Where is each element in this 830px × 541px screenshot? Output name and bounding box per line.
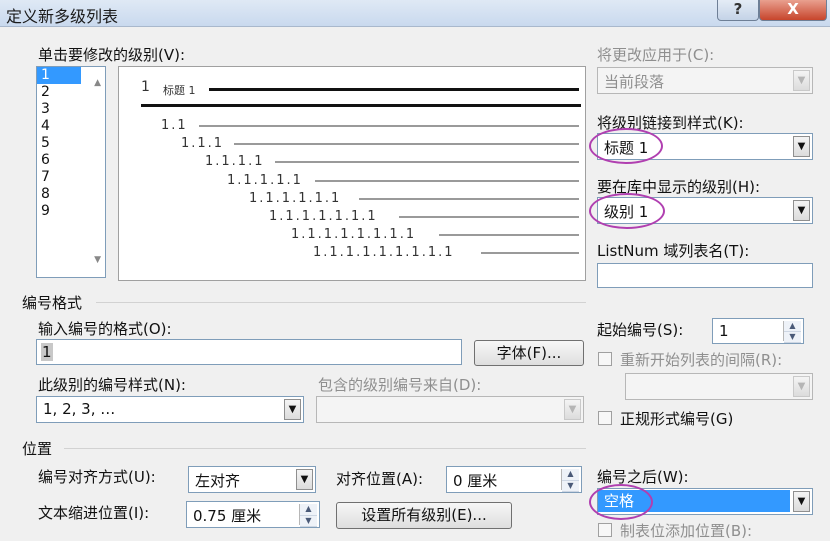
divider (64, 448, 586, 449)
chevron-down-icon[interactable]: ▼ (793, 376, 810, 397)
set-all-levels-button[interactable]: 设置所有级别(E)... (336, 502, 512, 529)
spin-up-icon[interactable]: ▲ (784, 321, 801, 332)
chevron-down-icon[interactable]: ▼ (793, 491, 810, 512)
preview-line (481, 252, 579, 254)
start-at-label: 起始编号(S): (597, 321, 684, 339)
level-item[interactable]: 5 (37, 135, 105, 152)
restart-dropdown[interactable]: ▼ (625, 373, 813, 400)
apply-to-value: 当前段落 (604, 73, 665, 91)
preview-line (439, 234, 579, 236)
indent-label: 文本缩进位置(I): (38, 504, 150, 522)
close-button[interactable]: X (759, 0, 827, 21)
spin-up-icon[interactable]: ▲ (300, 504, 317, 516)
preview-line-body (141, 104, 581, 107)
chevron-down-icon[interactable]: ▼ (284, 399, 301, 420)
help-button[interactable]: ? (717, 0, 759, 21)
level-list[interactable]: 1 2 3 4 5 6 7 8 9 ▲ ▼ (36, 66, 106, 278)
preview-line (234, 143, 579, 145)
chevron-down-icon[interactable]: ▼ (793, 200, 810, 221)
format-value: 1 (41, 343, 53, 361)
tab-stop-label: 制表位添加位置(B): (620, 522, 753, 540)
level-item[interactable]: 8 (37, 186, 105, 203)
aligned-at-value: 0 厘米 (453, 472, 498, 490)
apply-to-dropdown[interactable]: 当前段落 ▼ (597, 67, 813, 94)
level-item[interactable]: 4 (37, 118, 105, 135)
start-at-spinner[interactable]: ▲ ▼ (783, 321, 801, 343)
legal-checkbox[interactable] (598, 411, 612, 425)
preview-row-label: 1.1.1.1.1.1 (249, 191, 342, 206)
level-item[interactable]: 6 (37, 152, 105, 169)
chevron-down-icon[interactable]: ▼ (793, 70, 810, 91)
align-value: 左对齐 (195, 472, 241, 490)
preview-line (199, 125, 579, 127)
indent-input[interactable]: 0.75 厘米 ▲ ▼ (186, 501, 320, 528)
number-style-label: 此级别的编号样式(N): (38, 376, 186, 394)
preview-row-label: 1.1.1 (181, 136, 225, 151)
levels-label: 单击要修改的级别(V): (38, 46, 186, 64)
indent-spinner[interactable]: ▲ ▼ (299, 504, 317, 527)
preview-line (399, 216, 579, 218)
listnum-label: ListNum 域列表名(T): (597, 242, 750, 260)
highlight-circle (589, 128, 663, 164)
preview-top-number: 1 (141, 79, 152, 95)
include-level-dropdown[interactable]: ▼ (316, 396, 584, 423)
align-dropdown[interactable]: 左对齐 ▼ (188, 466, 316, 493)
highlight-circle (589, 484, 653, 520)
level-item[interactable]: 9 (37, 203, 105, 220)
preview-row-label: 1.1.1.1 (205, 154, 265, 169)
spin-down-icon[interactable]: ▼ (784, 332, 801, 343)
preview-row-label: 1.1.1.1.1.1.1.1 (291, 227, 417, 242)
preview-row-label: 1.1.1.1.1 (227, 173, 303, 188)
apply-to-label: 将更改应用于(C): (597, 46, 715, 64)
chevron-down-icon[interactable]: ▼ (564, 399, 581, 420)
preview-line (315, 180, 579, 182)
legal-label: 正规形式编号(G) (620, 410, 734, 428)
number-style-dropdown[interactable]: 1, 2, 3, … ▼ (36, 396, 304, 423)
number-format-section-title: 编号格式 (22, 294, 83, 312)
divider (96, 302, 586, 303)
spin-down-icon[interactable]: ▼ (300, 515, 317, 527)
format-input[interactable]: 1 (36, 339, 462, 365)
level-item[interactable]: 7 (37, 169, 105, 186)
font-button[interactable]: 字体(F)... (474, 340, 584, 366)
tab-stop-checkbox[interactable] (598, 523, 612, 537)
title-bar (0, 0, 830, 27)
preview-line (359, 198, 579, 200)
preview-row-label: 1.1 (161, 118, 188, 133)
scroll-up-icon[interactable]: ▲ (90, 75, 101, 92)
position-section-title: 位置 (22, 440, 53, 458)
preview-line-heading (209, 88, 579, 91)
level-item-selected[interactable]: 1 (37, 67, 81, 84)
start-at-input[interactable]: 1 ▲ ▼ (712, 318, 804, 344)
include-level-label: 包含的级别编号来自(D): (318, 376, 482, 394)
restart-checkbox[interactable] (598, 352, 612, 366)
window-title: 定义新多级列表 (6, 7, 119, 26)
spin-down-icon[interactable]: ▼ (562, 480, 579, 492)
preview-row-label: 1.1.1.1.1.1.1 (269, 209, 378, 224)
aligned-at-label: 对齐位置(A): (336, 470, 424, 488)
aligned-at-input[interactable]: 0 厘米 ▲ ▼ (446, 466, 582, 493)
listnum-input[interactable] (597, 263, 813, 288)
number-style-value: 1, 2, 3, … (43, 400, 116, 418)
preview-pane: 1 标题 1 1.1 1.1.1 1.1.1.1 1.1.1.1.1 1.1.1… (118, 66, 586, 281)
chevron-down-icon[interactable]: ▼ (793, 136, 810, 157)
aligned-at-spinner[interactable]: ▲ ▼ (561, 469, 579, 492)
indent-value: 0.75 厘米 (193, 507, 262, 525)
level-item[interactable]: 3 (37, 101, 105, 118)
restart-label: 重新开始列表的间隔(R): (620, 351, 783, 369)
enter-format-label: 输入编号的格式(O): (38, 320, 172, 338)
preview-row-label: 1.1.1.1.1.1.1.1.1 (313, 245, 455, 260)
chevron-down-icon[interactable]: ▼ (296, 469, 313, 490)
align-label: 编号对齐方式(U): (38, 468, 156, 486)
start-at-value: 1 (719, 322, 729, 340)
preview-line (275, 161, 579, 163)
preview-top-text: 标题 1 (163, 84, 196, 97)
scroll-down-icon[interactable]: ▼ (90, 252, 101, 269)
spin-up-icon[interactable]: ▲ (562, 469, 579, 481)
highlight-circle (589, 193, 665, 229)
